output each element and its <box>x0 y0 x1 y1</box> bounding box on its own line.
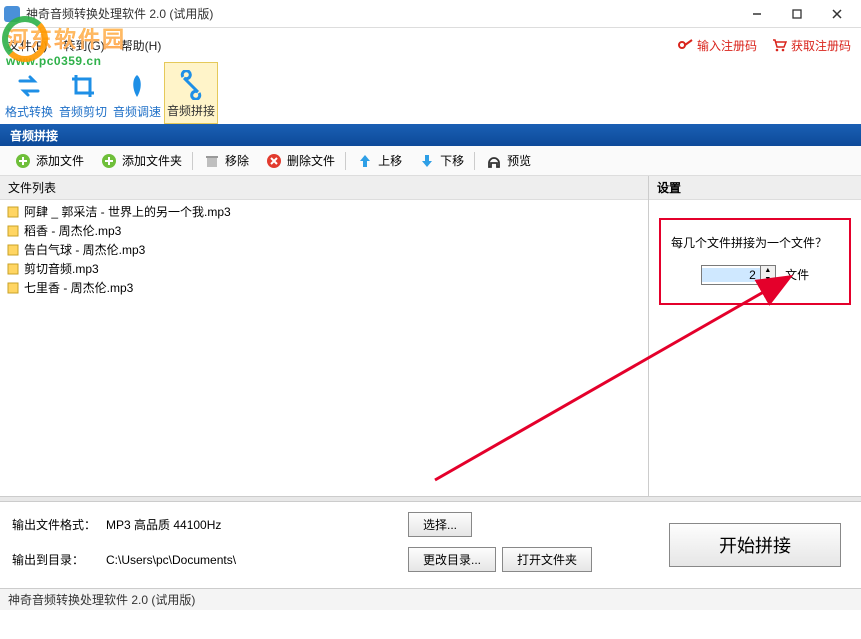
delete-icon <box>265 152 283 170</box>
file-name: 告白气球 - 周杰伦.mp3 <box>24 241 145 258</box>
file-name: 剪切音频.mp3 <box>24 260 99 277</box>
audio-file-icon <box>6 262 20 276</box>
delete-button[interactable]: 删除文件 <box>257 147 343 175</box>
enter-reg-code-link[interactable]: 输入注册码 <box>677 37 757 54</box>
add-folder-icon <box>100 152 118 170</box>
audio-file-icon <box>6 243 20 257</box>
list-item[interactable]: 剪切音频.mp3 <box>4 259 644 278</box>
tool-audio-join[interactable]: 音频拼接 <box>164 62 218 124</box>
headphones-icon <box>485 152 503 170</box>
maximize-button[interactable] <box>777 0 817 28</box>
tool-speed-label: 音频调速 <box>113 103 161 120</box>
list-item[interactable]: 告白气球 - 周杰伦.mp3 <box>4 240 644 259</box>
action-toolbar: 添加文件 添加文件夹 移除 删除文件 上移 下移 预览 <box>0 146 861 176</box>
convert-icon <box>14 71 44 101</box>
start-join-button[interactable]: 开始拼接 <box>669 523 841 567</box>
output-format-value: MP3 高品质 44100Hz <box>102 514 402 535</box>
app-icon <box>4 6 20 22</box>
menu-convert[interactable]: 转到(G) <box>63 37 104 54</box>
tool-format-label: 格式转换 <box>5 103 53 120</box>
add-file-icon <box>14 152 32 170</box>
preview-label: 预览 <box>507 152 531 169</box>
settings-panel: 设置 每几个文件拼接为一个文件？ ▲ ▼ 文件 <box>649 176 861 496</box>
arrow-up-icon <box>356 152 374 170</box>
spinner-down[interactable]: ▼ <box>761 275 775 284</box>
output-dir-label: 输出到目录： <box>12 551 102 568</box>
settings-question: 每几个文件拼接为一个文件？ <box>671 234 839 251</box>
audio-file-icon <box>6 224 20 238</box>
close-button[interactable] <box>817 0 857 28</box>
file-name: 稻香 - 周杰伦.mp3 <box>24 222 121 239</box>
add-file-button[interactable]: 添加文件 <box>6 147 92 175</box>
output-area: 输出文件格式： MP3 高品质 44100Hz 选择... 输出到目录： C:\… <box>0 502 861 588</box>
list-item[interactable]: 七里香 - 周杰伦.mp3 <box>4 278 644 297</box>
separator <box>474 152 475 170</box>
move-up-button[interactable]: 上移 <box>348 147 410 175</box>
enter-reg-code-label: 输入注册码 <box>697 37 757 54</box>
big-toolbar: 格式转换 音频剪切 音频调速 音频拼接 <box>0 62 861 124</box>
spinner-up[interactable]: ▲ <box>761 266 775 275</box>
file-panel: 文件列表 阿肆 _ 郭采洁 - 世界上的另一个我.mp3 稻香 - 周杰伦.mp3… <box>0 176 649 496</box>
files-per-merge-spinner[interactable]: ▲ ▼ <box>701 265 776 285</box>
get-reg-code-label: 获取注册码 <box>791 37 851 54</box>
section-header: 音频拼接 <box>0 124 861 146</box>
crop-icon <box>68 71 98 101</box>
add-folder-label: 添加文件夹 <box>122 152 182 169</box>
move-down-button[interactable]: 下移 <box>410 147 472 175</box>
add-folder-button[interactable]: 添加文件夹 <box>92 147 190 175</box>
get-reg-code-link[interactable]: 获取注册码 <box>771 37 851 54</box>
change-dir-button[interactable]: 更改目录... <box>408 547 496 572</box>
status-text: 神奇音频转换处理软件 2.0 (试用版) <box>8 591 195 608</box>
audio-file-icon <box>6 281 20 295</box>
file-list[interactable]: 阿肆 _ 郭采洁 - 世界上的另一个我.mp3 稻香 - 周杰伦.mp3 告白气球 … <box>0 200 648 496</box>
output-format-label: 输出文件格式： <box>12 516 102 533</box>
files-per-merge-input[interactable] <box>702 268 760 282</box>
minimize-button[interactable] <box>737 0 777 28</box>
preview-button[interactable]: 预览 <box>477 147 539 175</box>
menubar: 文件(F) 转到(G) 帮助(H) 输入注册码 获取注册码 <box>0 28 861 62</box>
open-folder-button[interactable]: 打开文件夹 <box>502 547 592 572</box>
add-file-label: 添加文件 <box>36 152 84 169</box>
choose-format-button[interactable]: 选择... <box>408 512 472 537</box>
tool-format-convert[interactable]: 格式转换 <box>2 62 56 124</box>
join-icon <box>176 70 206 100</box>
tool-audio-cut[interactable]: 音频剪切 <box>56 62 110 124</box>
settings-highlight-box: 每几个文件拼接为一个文件？ ▲ ▼ 文件 <box>659 218 851 305</box>
list-item[interactable]: 阿肆 _ 郭采洁 - 世界上的另一个我.mp3 <box>4 202 644 221</box>
menu-file[interactable]: 文件(F) <box>8 37 47 54</box>
arrow-down-icon <box>418 152 436 170</box>
move-up-label: 上移 <box>378 152 402 169</box>
file-list-header: 文件列表 <box>0 176 648 200</box>
file-name: 七里香 - 周杰伦.mp3 <box>24 279 133 296</box>
rocket-icon <box>122 71 152 101</box>
remove-button[interactable]: 移除 <box>195 147 257 175</box>
settings-unit: 文件 <box>785 268 809 282</box>
move-down-label: 下移 <box>440 152 464 169</box>
titlebar: 神奇音频转换处理软件 2.0 (试用版) <box>0 0 861 28</box>
file-name: 阿肆 _ 郭采洁 - 世界上的另一个我.mp3 <box>24 203 231 220</box>
tool-join-label: 音频拼接 <box>167 102 215 119</box>
statusbar: 神奇音频转换处理软件 2.0 (试用版) <box>0 588 861 610</box>
main-body: 文件列表 阿肆 _ 郭采洁 - 世界上的另一个我.mp3 稻香 - 周杰伦.mp3… <box>0 176 861 496</box>
output-dir-value: C:\Users\pc\Documents\ <box>102 551 402 569</box>
audio-file-icon <box>6 205 20 219</box>
separator <box>192 152 193 170</box>
window-title: 神奇音频转换处理软件 2.0 (试用版) <box>26 5 737 22</box>
separator <box>345 152 346 170</box>
tool-cut-label: 音频剪切 <box>59 103 107 120</box>
delete-label: 删除文件 <box>287 152 335 169</box>
list-item[interactable]: 稻香 - 周杰伦.mp3 <box>4 221 644 240</box>
key-icon <box>677 37 693 53</box>
cart-icon <box>771 37 787 53</box>
remove-icon <box>203 152 221 170</box>
remove-label: 移除 <box>225 152 249 169</box>
settings-header: 设置 <box>649 176 861 200</box>
menu-help[interactable]: 帮助(H) <box>121 37 162 54</box>
tool-audio-speed[interactable]: 音频调速 <box>110 62 164 124</box>
section-title: 音频拼接 <box>10 127 58 144</box>
